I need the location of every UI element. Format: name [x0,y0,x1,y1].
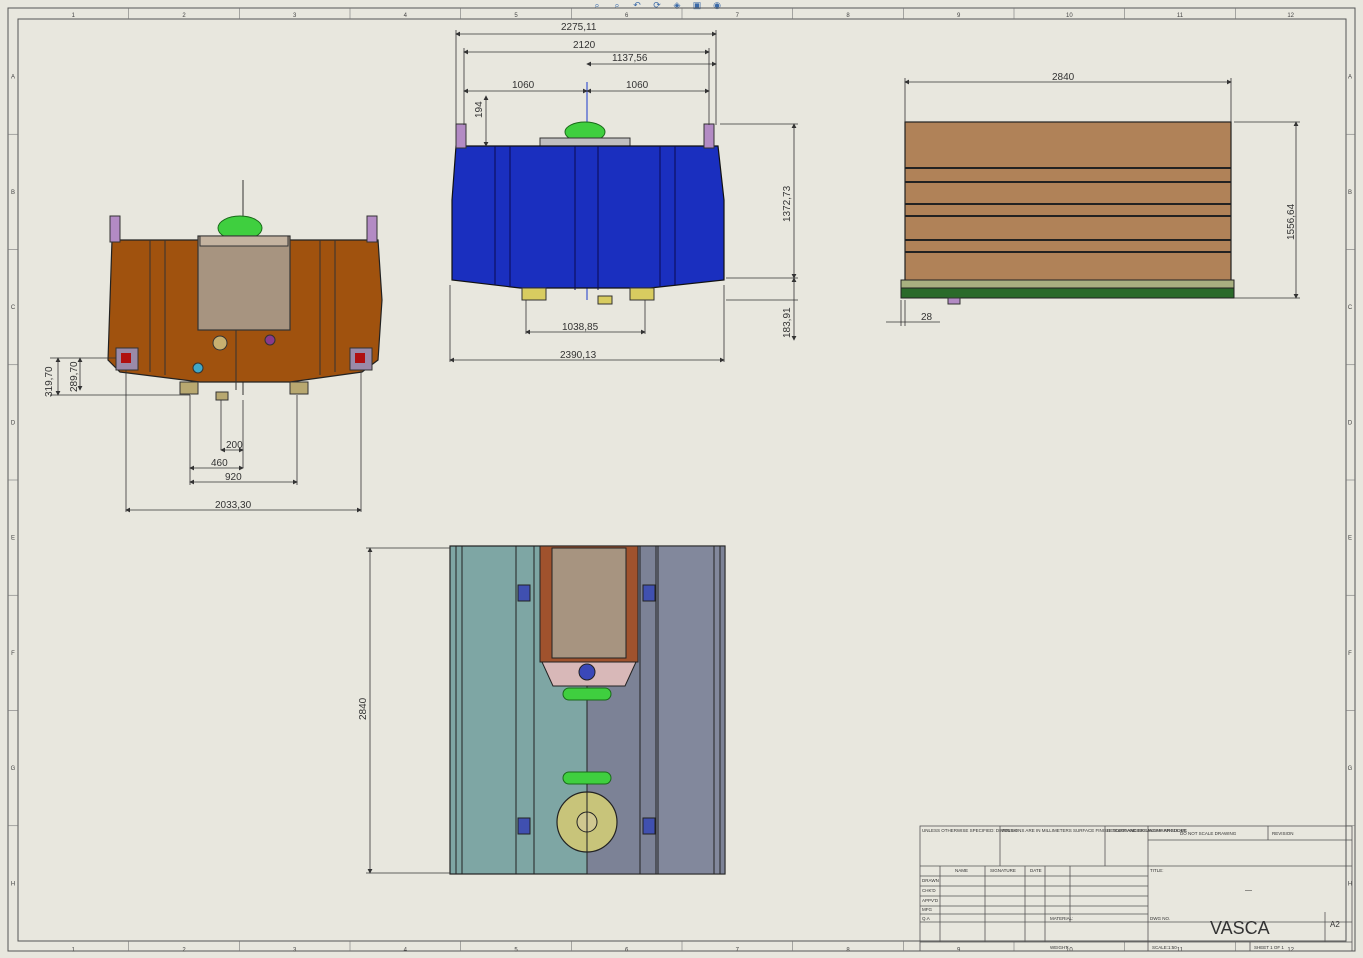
zone-row-label: C [11,305,16,311]
zone-row-label: B [1348,190,1352,196]
zone-col-label: 11 [1177,948,1184,954]
title-block [919,825,1353,952]
dim-front-460: 460 [211,458,228,469]
tb-row-chkd: CHK'D [922,888,936,893]
dim-top-1372: 1372,73 [782,185,793,222]
zone-row-label: D [11,420,16,426]
tb-dash: — [1245,887,1252,894]
zone-col-label: 6 [625,13,629,19]
tb-row-mfg: MFG [922,907,932,912]
plan-view[interactable] [449,545,726,875]
dim-top-2275: 2275,11 [561,22,597,33]
tb-part-name: VASCA [1210,918,1270,938]
dim-front-920: 920 [225,472,242,483]
top-view[interactable] [451,82,725,305]
zone-col-label: 2 [182,13,186,19]
zone-row-label: E [1348,536,1352,542]
zone-col-label: 12 [1287,13,1294,19]
zone-row-label: H [11,881,15,887]
tb-size: A2 [1330,920,1340,929]
dim-side-1556: 1556,64 [1286,203,1297,240]
zone-row-label: D [1348,420,1353,426]
zone-col-label: 11 [1177,13,1184,19]
zone-row-label: F [11,651,15,657]
zone-row-label: E [11,536,15,542]
dim-front-2033: 2033,30 [215,500,252,511]
zone-col-label: 7 [736,13,740,19]
drawing-sheet: 112233445566778899101011111212A AB BC CD DE E… [7,7,1356,954]
tb-row-qa: Q.A [922,916,930,921]
zone-row-label: G [11,766,16,772]
tb-weight: WEIGHT: [1050,945,1069,950]
tb-col-name: NAME [955,868,968,873]
zone-col-label: 8 [846,13,850,19]
zone-col-label: 4 [404,13,408,19]
zone-col-label: 9 [957,13,961,19]
tb-col-date: DATE [1030,868,1042,873]
zone-row-label: F [1348,651,1352,657]
dim-front-200: 200 [226,440,243,451]
tb-col-signature: SIGNATURE [990,868,1016,873]
side-view[interactable] [900,121,1235,305]
tb-scale: SCALE:1:50 [1152,945,1177,950]
dim-top-2390: 2390,13 [560,350,597,361]
front-view[interactable] [107,180,383,401]
tb-title-label: TITLE: [1150,868,1164,873]
zone-col-label: 1 [72,13,76,19]
dim-side-28: 28 [921,312,933,323]
dim-front-h2: 289,70 [69,361,80,392]
tb-row-drawn: DRAWN [922,878,939,883]
dim-front-h1: 319,70 [44,366,55,397]
tb-material: MATERIAL: [1050,916,1073,921]
zone-row-label: A [1348,75,1352,81]
zone-row-label: A [11,75,15,81]
dim-top-183: 183,91 [782,307,793,338]
tb-sheet: SHEET 1 OF 1 [1254,945,1284,950]
zone-row-label: C [1348,305,1353,311]
zone-row-label: G [1348,766,1353,772]
dim-top-194: 194 [474,101,485,118]
tb-dwg-no: DWG NO. [1150,916,1170,921]
tb-revision: REVISION [1272,831,1294,836]
dim-top-1060-right: 1060 [626,80,649,91]
zone-col-label: 12 [1287,948,1294,954]
zone-col-label: 3 [293,13,297,19]
tb-do-not-scale: DO NOT SCALE DRAWING [1180,831,1237,836]
dim-top-1137: 1137,56 [612,53,648,64]
zone-row-label: B [11,190,15,196]
zone-col-label: 5 [514,13,518,19]
dim-top-2120: 2120 [573,40,596,51]
zone-col-label: 10 [1066,13,1073,19]
zone-row-label: H [1348,881,1352,887]
tb-finish: FINISH [1002,828,1017,833]
plan-view-dimensions [366,547,450,874]
tb-deburr: DEBURR AND BREAK SHARP EDGES [1107,828,1187,833]
dim-top-1038: 1038,85 [562,322,599,333]
dim-top-1060-left: 1060 [512,80,535,91]
tb-row-appvd: APPV'D [922,898,939,903]
dim-plan-2840: 2840 [358,697,369,720]
dim-side-2840: 2840 [1052,72,1075,83]
